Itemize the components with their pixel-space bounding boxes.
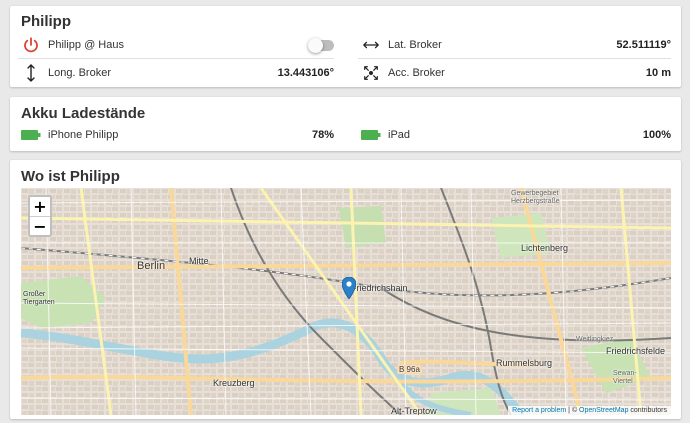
battery-card: Akku Ladestände iPhone Philipp 78% iPad …: [10, 97, 681, 151]
map-label-kreuzberg: Kreuzberg: [213, 378, 255, 388]
power-icon: [18, 36, 44, 54]
attribution-separator: | ©: [566, 407, 580, 414]
attribution-contributors: contributors: [628, 407, 667, 414]
location-marker-icon[interactable]: [341, 276, 357, 304]
map-label-gewerbegebiet: Gewerbegebiet Herzbergstraße: [511, 190, 560, 205]
report-problem-link[interactable]: Report a problem: [512, 407, 566, 414]
map-label-friedrichsfelde: Friedrichsfelde: [606, 346, 666, 356]
map-label-b96a: B 96a: [397, 365, 422, 374]
divider: [358, 58, 671, 59]
long-value: 13.443106°: [277, 67, 334, 79]
iphone-label: iPhone Philipp: [48, 129, 119, 141]
map-label-berlin: Berlin: [137, 260, 166, 272]
iphone-battery-row[interactable]: iPhone Philipp 78%: [18, 122, 334, 148]
presence-label: Philipp @ Haus: [48, 39, 124, 51]
divider: [18, 58, 334, 59]
crosshair-icon: [358, 64, 384, 82]
arrow-horizontal-icon: [358, 39, 384, 51]
map-card: Wo ist Philipp Berlin Mitte Friedrichsha…: [10, 160, 681, 419]
battery-card-title: Akku Ladestände: [21, 105, 146, 122]
zoom-out-button[interactable]: −: [30, 216, 50, 236]
battery-icon: [358, 130, 384, 140]
map-card-title: Wo ist Philipp: [21, 168, 120, 185]
long-label: Long. Broker: [48, 67, 111, 79]
acc-label: Acc. Broker: [388, 67, 445, 79]
presence-toggle[interactable]: [308, 37, 334, 53]
presence-row[interactable]: Philipp @ Haus: [18, 32, 334, 58]
map-attribution: Report a problem | © OpenStreetMap contr…: [508, 406, 671, 415]
lat-value: 52.511119°: [616, 39, 671, 51]
long-row[interactable]: Long. Broker 13.443106°: [18, 60, 334, 86]
ipad-label: iPad: [388, 129, 411, 141]
map-label-alt-treptow: Alt-Treptow: [391, 406, 437, 415]
map-label-tiergarten: Großer Tiergarten: [23, 291, 55, 306]
zoom-control: + −: [28, 195, 52, 237]
lat-row[interactable]: Lat. Broker 52.511119°: [358, 32, 671, 58]
map-label-rummelsburg: Rummelsburg: [496, 358, 553, 368]
map-label-sewan: Sewan-Viertel: [613, 370, 637, 385]
acc-value: 10 m: [645, 67, 671, 79]
map-label-friedrichshain: Friedrichshain: [351, 283, 408, 293]
acc-row[interactable]: Acc. Broker 10 m: [358, 60, 671, 86]
toggle-knob: [308, 37, 323, 53]
arrow-vertical-icon: [18, 63, 44, 83]
ipad-battery-row[interactable]: iPad 100%: [358, 122, 671, 148]
lat-label: Lat. Broker: [388, 39, 442, 51]
person-card-title: Philipp: [21, 13, 71, 30]
map-label-weitlingkiez: Weitlingkiez: [576, 336, 614, 343]
osm-link[interactable]: OpenStreetMap: [579, 407, 628, 414]
zoom-in-button[interactable]: +: [30, 197, 50, 216]
battery-icon: [18, 130, 44, 140]
map-label-lichtenberg: Lichtenberg: [521, 243, 569, 253]
iphone-value: 78%: [311, 129, 334, 141]
map-label-mitte: Mitte: [189, 256, 209, 266]
person-card: Philipp Philipp @ Haus Lat. Broker 52.51…: [10, 6, 681, 87]
map-view[interactable]: Berlin Mitte Friedrichshain Lichtenberg …: [21, 188, 671, 415]
ipad-value: 100%: [642, 129, 671, 141]
